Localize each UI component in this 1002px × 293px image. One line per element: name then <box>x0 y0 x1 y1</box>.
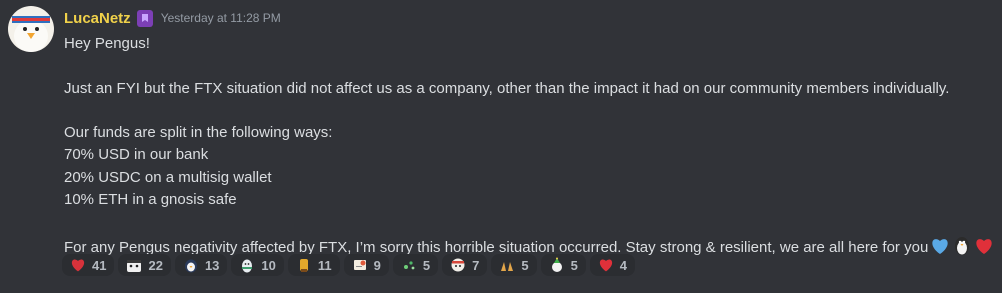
reaction-button[interactable]: 5 <box>392 254 439 276</box>
penguin-scarf-icon <box>242 259 253 273</box>
red-heart-icon <box>71 259 85 272</box>
reaction-button[interactable]: 5 <box>491 254 537 276</box>
user-avatar[interactable] <box>8 6 54 52</box>
message-header: LucaNetz Yesterday at 11:28 PM <box>64 8 281 28</box>
message-line: 70% USD in our bank <box>64 146 209 164</box>
reaction-count: 11 <box>317 257 332 273</box>
red-heart-icon <box>599 259 612 272</box>
reaction-count: 4 <box>619 257 628 273</box>
reaction-count: 5 <box>422 257 431 273</box>
reaction-button[interactable]: 13 <box>174 254 228 276</box>
reaction-button[interactable]: 10 <box>231 254 284 276</box>
username[interactable]: LucaNetz <box>64 10 131 27</box>
reaction-button[interactable]: 11 <box>287 254 340 276</box>
reaction-count: 41 <box>92 257 107 273</box>
red-heart-icon <box>974 236 994 263</box>
timestamp[interactable]: Yesterday at 11:28 PM <box>161 11 281 25</box>
message-line: 10% ETH in a gnosis safe <box>64 191 237 209</box>
message-content: Hey Pengus! Just an FYI but the FTX situ… <box>64 33 994 263</box>
reactions-bar: 41 22 13 10 11 9 5 7 5 5 4 <box>62 254 636 276</box>
penguin-blanket-icon <box>127 260 142 272</box>
blue-heart-icon <box>930 236 950 263</box>
message-line: 20% USDC on a multisig wallet <box>64 168 272 186</box>
chat-message: LucaNetz Yesterday at 11:28 PM Hey Pengu… <box>0 0 1002 293</box>
message-line: Our funds are split in the following way… <box>64 124 333 142</box>
message-line: Hey Pengus! <box>64 35 150 52</box>
reaction-count: 10 <box>261 257 276 273</box>
reaction-button[interactable]: 9 <box>343 254 389 276</box>
reaction-count: 7 <box>472 257 480 273</box>
penguin-icon <box>952 234 972 263</box>
penguin-paper-icon <box>353 260 366 270</box>
message-line: Just an FYI but the FTX situation did no… <box>64 79 950 97</box>
reaction-button[interactable]: 4 <box>589 254 636 276</box>
reaction-count: 13 <box>204 257 220 273</box>
penguin-round-icon <box>451 258 465 272</box>
penguin-sparkle-icon <box>403 261 415 270</box>
reaction-count: 22 <box>148 257 163 273</box>
reaction-count: 5 <box>521 257 529 273</box>
raised-hands-icon <box>501 262 514 271</box>
reaction-button[interactable]: 5 <box>540 254 586 276</box>
reaction-count: 5 <box>570 257 578 273</box>
reaction-button[interactable]: 41 <box>62 254 115 276</box>
role-badge-icon[interactable] <box>136 9 153 27</box>
reaction-count: 9 <box>373 257 381 273</box>
reaction-button[interactable]: 7 <box>442 254 488 276</box>
penguin-headband-icon <box>8 6 54 52</box>
penguin-gold-icon <box>299 259 308 272</box>
reaction-button[interactable]: 22 <box>118 254 171 276</box>
penguin-face-icon <box>184 259 197 273</box>
penguin-party-icon <box>551 257 562 272</box>
